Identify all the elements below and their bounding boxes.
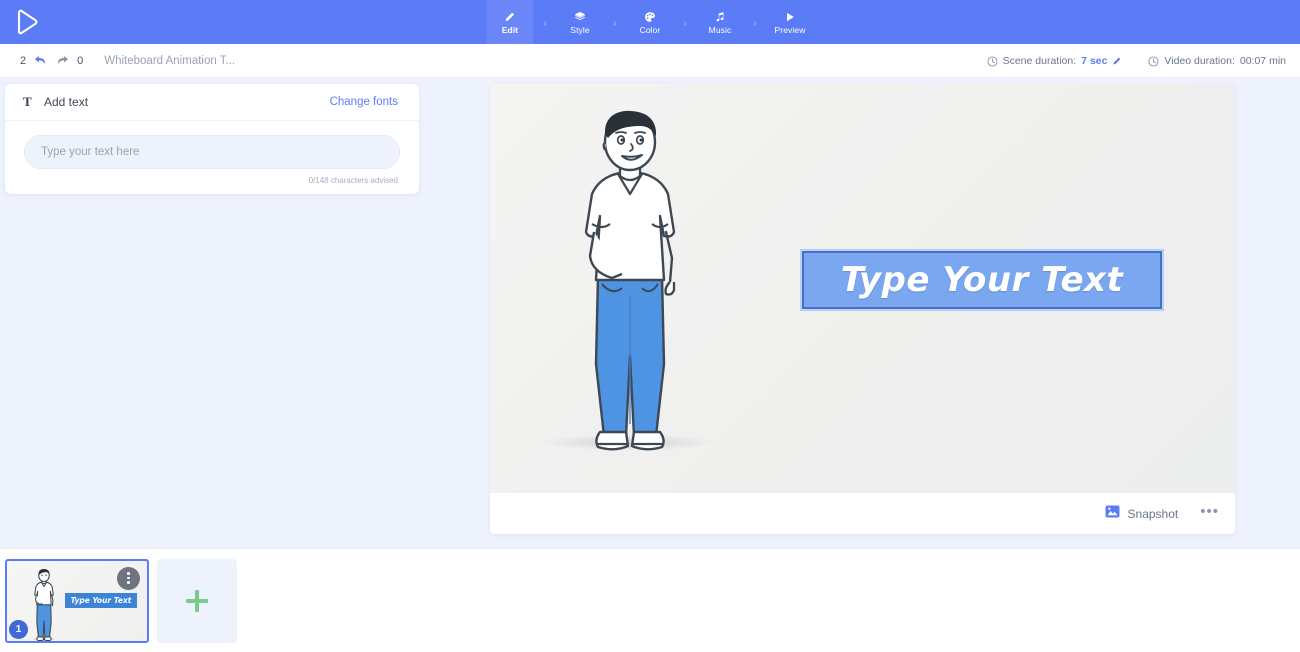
video-duration: Video duration: 00:07 min (1148, 55, 1286, 67)
nav-step-label: Music (708, 25, 732, 35)
nav-separator: › (683, 18, 687, 30)
scene-thumb-textbox: Type Your Text (65, 592, 137, 608)
canvas-text-value: Type Your Text (840, 260, 1124, 300)
scene-timeline: Type Your Text 1 (0, 548, 1300, 652)
ellipsis-icon[interactable]: ••• (1200, 504, 1219, 520)
duration-info: Scene duration: 7 sec Video duration: 00… (987, 44, 1286, 78)
palette-icon (644, 9, 656, 24)
scene-canvas[interactable]: Type Your Text (490, 84, 1235, 493)
text-input[interactable] (24, 135, 400, 169)
play-triangle-logo-icon (15, 9, 39, 35)
video-duration-label: Video duration: (1164, 55, 1235, 67)
add-text-title: Add text (44, 95, 89, 109)
character-counter: 0/148 characters advised (308, 176, 398, 185)
scene-thumb-text: Type Your Text (70, 595, 132, 605)
redo-count: 0 (77, 54, 84, 67)
canvas-text-object[interactable]: Type Your Text (800, 249, 1164, 311)
nav-separator: › (543, 18, 547, 30)
pencil-icon (504, 9, 516, 24)
standing-man-illustration[interactable] (530, 106, 730, 456)
nav-step-label: Color (639, 25, 661, 35)
clock-icon (987, 55, 998, 67)
scene-duration-label: Scene duration: (1002, 55, 1077, 67)
vertical-ellipsis-icon[interactable] (117, 566, 140, 590)
undo-arrow-icon[interactable] (33, 53, 48, 68)
plus-icon (186, 589, 208, 612)
history-controls: 2 0 (20, 53, 83, 68)
add-text-panel-body: 0/148 characters advised (5, 121, 419, 194)
music-note-icon (714, 9, 726, 24)
nav-step-music[interactable]: Music (697, 0, 743, 44)
scene-number-badge: 1 (9, 619, 28, 639)
play-icon (784, 9, 796, 24)
change-fonts-link[interactable]: Change fonts (330, 96, 398, 108)
timeline-scene-1[interactable]: Type Your Text 1 (5, 558, 149, 643)
snapshot-button[interactable]: Snapshot (1105, 504, 1179, 523)
app-logo[interactable] (0, 0, 54, 44)
undo-count: 2 (20, 54, 27, 67)
nav-step-label: Edit (501, 25, 519, 35)
nav-step-preview[interactable]: Preview (767, 0, 813, 44)
stage-toolbar: Snapshot ••• (490, 493, 1235, 534)
step-nav: Edit › Style › Color › Music › Preview (487, 0, 813, 44)
text-T-icon: T (23, 94, 32, 109)
nav-step-label: Preview (774, 25, 806, 35)
video-duration-value: 00:07 min (1239, 55, 1286, 67)
scene-thumb-character-icon (33, 568, 55, 641)
nav-step-color[interactable]: Color (627, 0, 673, 44)
layers-icon (574, 9, 586, 24)
image-icon (1105, 504, 1120, 523)
nav-step-edit[interactable]: Edit (487, 0, 533, 44)
add-text-panel-header: T Add text Change fonts (5, 84, 419, 121)
app-root: Edit › Style › Color › Music › Preview 2… (0, 0, 1300, 652)
nav-separator: › (753, 18, 757, 30)
editor-body: T Add text Change fonts 0/148 characters… (0, 78, 1300, 548)
top-header: Edit › Style › Color › Music › Preview (0, 0, 1300, 44)
stage-panel: Type Your Text Snapshot ••• (490, 84, 1235, 534)
add-text-panel: T Add text Change fonts 0/148 characters… (5, 84, 419, 194)
snapshot-label: Snapshot (1127, 506, 1179, 521)
clock-icon (1148, 55, 1159, 67)
document-title[interactable]: Whiteboard Animation T... (104, 55, 235, 67)
nav-step-label: Style (570, 25, 590, 35)
sub-toolbar: 2 0 Whiteboard Animation T... Scene dura… (0, 44, 1300, 78)
scene-duration-value: 7 sec (1081, 55, 1108, 67)
redo-arrow-icon[interactable] (55, 53, 70, 68)
scene-duration: Scene duration: 7 sec (987, 55, 1123, 67)
nav-separator: › (613, 18, 617, 30)
nav-step-style[interactable]: Style (557, 0, 603, 44)
pencil-edit-icon[interactable] (1112, 56, 1122, 66)
add-scene-button[interactable] (157, 558, 237, 643)
